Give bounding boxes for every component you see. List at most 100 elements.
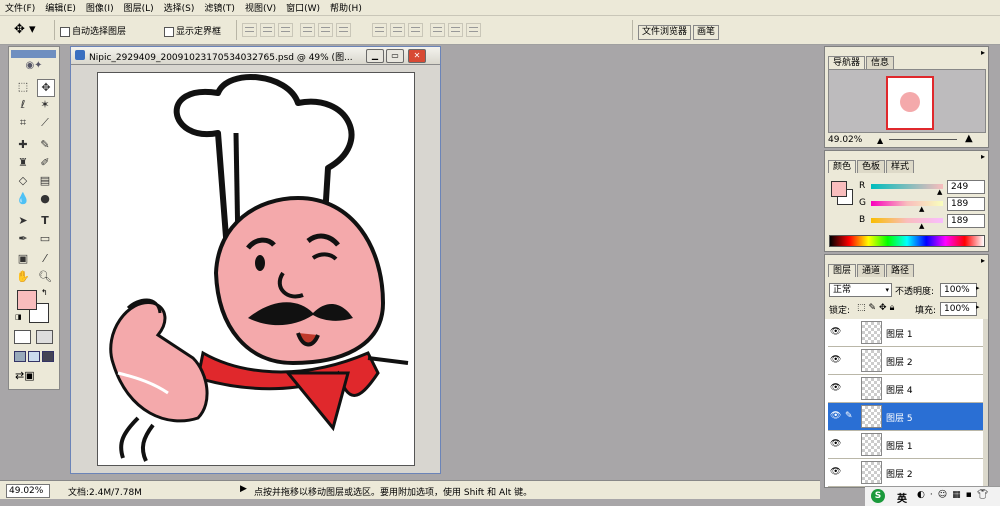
layer-row[interactable]: 👁︎ 图层 4 xyxy=(828,375,983,403)
b-value[interactable]: 189 xyxy=(947,214,985,228)
screen-mode-full-icon[interactable] xyxy=(42,351,54,362)
gradient-tool-icon[interactable]: ▤ xyxy=(37,173,53,189)
auto-select-checkbox[interactable] xyxy=(60,26,70,37)
menu-filter[interactable]: 滤镜(T) xyxy=(199,1,240,14)
tab-styles[interactable]: 样式 xyxy=(886,160,915,173)
document-titlebar[interactable]: Nipic_2929409_20091023170534032765.psd @… xyxy=(71,47,440,65)
tab-info[interactable]: 信息 xyxy=(866,56,895,69)
visibility-eye-icon[interactable]: 👁︎ xyxy=(830,439,841,449)
layer-row[interactable]: 👁︎ 图层 2 xyxy=(828,347,983,375)
panel-menu-icon[interactable]: ▸ xyxy=(981,152,985,161)
lasso-tool-icon[interactable]: ℓ xyxy=(15,97,31,113)
pen-tool-icon[interactable]: ✒ xyxy=(15,231,31,247)
visibility-eye-icon[interactable]: 👁︎ xyxy=(830,355,841,365)
align-right-icon[interactable] xyxy=(336,23,351,37)
image-canvas[interactable] xyxy=(97,72,415,466)
tab-color[interactable]: 颜色 xyxy=(828,160,857,173)
type-tool-icon[interactable]: T xyxy=(37,213,53,229)
auto-select-option[interactable]: 自动选择图层 xyxy=(60,24,126,37)
visibility-eye-icon[interactable]: 👁︎ xyxy=(830,411,841,421)
screen-mode-full-menu-icon[interactable] xyxy=(28,351,40,362)
align-vcenter-icon[interactable] xyxy=(260,23,275,37)
menu-file[interactable]: 文件(F) xyxy=(0,1,40,14)
zoom-tool-icon[interactable]: 🔍︎ xyxy=(37,269,53,285)
visibility-eye-icon[interactable]: 👁︎ xyxy=(830,327,841,337)
menu-view[interactable]: 视图(V) xyxy=(240,1,281,14)
tab-navigator[interactable]: 导航器 xyxy=(828,56,866,69)
opacity-arrow-icon[interactable]: ▸ xyxy=(976,284,980,292)
panel-menu-icon[interactable]: ▸ xyxy=(981,256,985,265)
blend-mode-select[interactable]: 正常 ▾ xyxy=(829,283,892,297)
healing-brush-icon[interactable]: ✚ xyxy=(15,137,31,153)
align-hcenter-icon[interactable] xyxy=(318,23,333,37)
r-value[interactable]: 249 xyxy=(947,180,985,194)
blur-tool-icon[interactable]: 💧 xyxy=(15,191,31,207)
brush-tool-icon[interactable]: ✎ xyxy=(37,137,53,153)
move-tool-icon[interactable]: ✥ xyxy=(37,79,55,97)
zoom-in-icon[interactable]: ▲ xyxy=(965,133,973,144)
marquee-tool-icon[interactable]: ⬚ xyxy=(15,79,31,95)
distribute-icon[interactable] xyxy=(448,23,463,37)
shape-tool-icon[interactable]: ▭ xyxy=(37,231,53,247)
zoom-out-icon[interactable]: ▲ xyxy=(877,136,883,145)
fill-arrow-icon[interactable]: ▸ xyxy=(976,303,980,311)
color-spectrum-bar[interactable] xyxy=(829,235,985,247)
hand-tool-icon[interactable]: ✋ xyxy=(15,269,31,285)
well-tab-brushes[interactable]: 画笔 xyxy=(693,25,720,40)
minimize-button[interactable]: ▁ xyxy=(366,49,384,63)
status-zoom[interactable]: 49.02% xyxy=(6,484,50,498)
menu-select[interactable]: 选择(S) xyxy=(159,1,200,14)
layer-row[interactable]: 👁︎ 图层 2 xyxy=(828,459,983,487)
slice-tool-icon[interactable]: ⟋ xyxy=(37,115,53,131)
eyedropper-icon[interactable]: ⁄ xyxy=(37,251,53,267)
tab-swatches[interactable]: 色板 xyxy=(857,160,886,173)
align-top-icon[interactable] xyxy=(242,23,257,37)
swap-colors-icon[interactable]: ↰ xyxy=(41,288,48,297)
view-box[interactable] xyxy=(886,76,934,130)
layer-row-selected[interactable]: 👁︎ ✎ 图层 5 xyxy=(828,403,983,431)
lock-icons[interactable]: ⬚✎✥🔒︎ xyxy=(857,303,897,313)
ime-logo-icon[interactable]: S xyxy=(871,489,885,503)
menu-edit[interactable]: 编辑(E) xyxy=(40,1,81,14)
jump-to-imageready-icon[interactable]: ⇄▣ xyxy=(15,369,35,382)
r-slider[interactable] xyxy=(871,184,943,189)
visibility-eye-icon[interactable]: 👁︎ xyxy=(830,467,841,477)
screen-mode-standard-icon[interactable] xyxy=(14,351,26,362)
distribute-icon[interactable] xyxy=(408,23,423,37)
g-slider[interactable] xyxy=(871,201,943,206)
status-arrow-icon[interactable]: ▶ xyxy=(240,484,247,494)
menu-layer[interactable]: 图层(L) xyxy=(119,1,159,14)
show-bounds-checkbox[interactable] xyxy=(164,26,174,37)
g-slider-thumb-icon[interactable]: ▲ xyxy=(919,205,924,213)
navigator-preview[interactable] xyxy=(828,69,986,133)
navigator-zoom-value[interactable]: 49.02% xyxy=(828,135,862,145)
notes-tool-icon[interactable]: ▣ xyxy=(15,251,31,267)
menu-image[interactable]: 图像(I) xyxy=(81,1,119,14)
layers-scrollbar[interactable] xyxy=(983,319,988,487)
close-button[interactable]: ✕ xyxy=(408,49,426,63)
opacity-value[interactable]: 100% xyxy=(940,283,977,297)
move-tool-icon[interactable]: ✥ ▾ xyxy=(14,22,36,37)
layer-row[interactable]: 👁︎ 图层 1 xyxy=(828,319,983,347)
adobe-online-icon[interactable]: ◉✦ xyxy=(13,60,55,74)
b-slider[interactable] xyxy=(871,218,943,223)
foreground-color-swatch[interactable] xyxy=(17,290,37,310)
magic-wand-icon[interactable]: ✶ xyxy=(37,97,53,113)
path-select-icon[interactable]: ➤ xyxy=(15,213,31,229)
maximize-button[interactable]: ▭ xyxy=(386,49,404,63)
distribute-icon[interactable] xyxy=(430,23,445,37)
history-brush-icon[interactable]: ✐ xyxy=(37,155,53,171)
show-bounds-option[interactable]: 显示定界框 xyxy=(164,24,221,37)
tab-channels[interactable]: 通道 xyxy=(857,264,886,277)
well-tab-file-browser[interactable]: 文件浏览器 xyxy=(638,25,692,40)
fill-value[interactable]: 100% xyxy=(940,302,977,316)
distribute-icon[interactable] xyxy=(372,23,387,37)
b-slider-thumb-icon[interactable]: ▲ xyxy=(919,222,924,230)
align-bottom-icon[interactable] xyxy=(278,23,293,37)
g-value[interactable]: 189 xyxy=(947,197,985,211)
ime-language[interactable]: 英 xyxy=(897,490,907,505)
tab-paths[interactable]: 路径 xyxy=(886,264,915,277)
layer-row[interactable]: 👁︎ 图层 1 xyxy=(828,431,983,459)
quick-mask-icon[interactable] xyxy=(36,330,53,344)
panel-menu-icon[interactable]: ▸ xyxy=(981,48,985,57)
